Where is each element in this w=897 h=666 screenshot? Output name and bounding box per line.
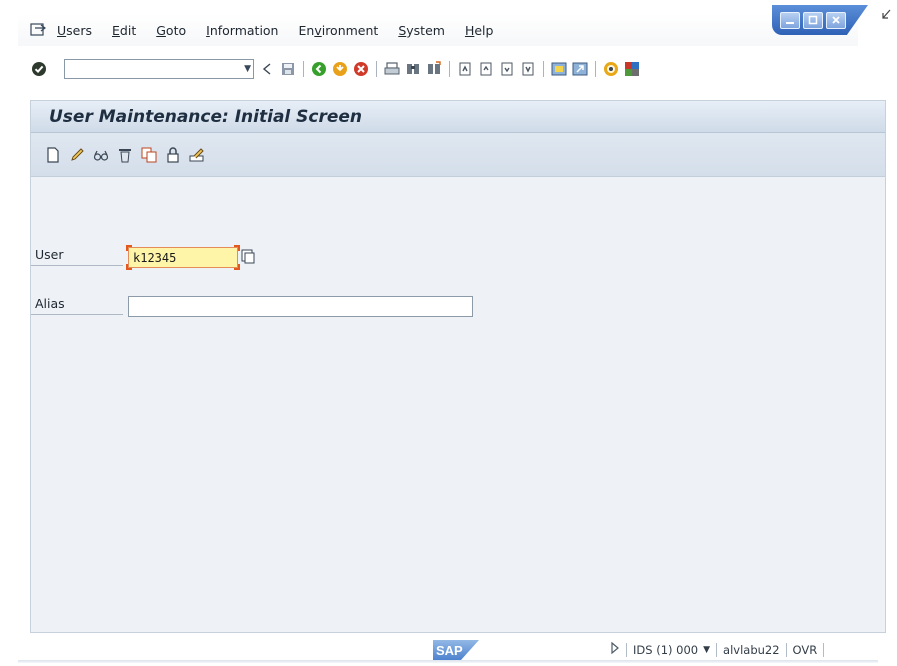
- shortcut-icon[interactable]: [572, 61, 588, 77]
- collapse-command-icon[interactable]: [259, 61, 275, 77]
- status-separator: [626, 642, 627, 657]
- menu-exit-icon[interactable]: [27, 21, 49, 39]
- menu-information[interactable]: Information: [206, 23, 278, 38]
- create-icon[interactable]: [45, 146, 61, 163]
- sap-logo: SAP: [433, 640, 479, 660]
- command-field[interactable]: ▼: [64, 59, 254, 79]
- status-separator: [785, 642, 787, 657]
- create-session-icon[interactable]: [551, 61, 567, 77]
- enter-check-icon[interactable]: [31, 61, 47, 77]
- value-help-icon[interactable]: [240, 249, 256, 265]
- toolbar-separator: [376, 61, 377, 77]
- toolbar-separator: [595, 61, 596, 77]
- maximize-button[interactable]: [803, 11, 823, 29]
- find-next-icon[interactable]: [426, 61, 442, 77]
- layout-menu-icon[interactable]: [624, 61, 640, 77]
- toolbar-separator: [303, 61, 304, 77]
- back-icon[interactable]: [311, 61, 327, 77]
- alias-input[interactable]: [128, 296, 473, 317]
- copy-icon[interactable]: [141, 147, 157, 163]
- status-bar: SAP IDS (1) 000 ▼ alvlabu22 OVR: [18, 638, 878, 662]
- standard-toolbar: ▼: [18, 52, 858, 86]
- print-icon[interactable]: [384, 61, 400, 77]
- status-info: IDS (1) 000 ▼ alvlabu22 OVR: [610, 641, 830, 657]
- menu-environment[interactable]: Environment: [298, 23, 378, 38]
- exit-icon[interactable]: [332, 61, 348, 77]
- menu-users[interactable]: Users: [57, 23, 92, 38]
- insert-mode[interactable]: OVR: [793, 643, 818, 657]
- toolbar-separator: [543, 61, 544, 77]
- lock-icon[interactable]: [165, 146, 181, 163]
- menu-system[interactable]: System: [398, 23, 445, 38]
- find-icon[interactable]: [405, 61, 421, 77]
- close-button[interactable]: [826, 11, 846, 29]
- cancel-icon[interactable]: [353, 61, 369, 77]
- resize-arrow-icon[interactable]: [880, 8, 892, 22]
- toolbar-separator: [449, 61, 450, 77]
- change-pencil-icon[interactable]: [69, 147, 85, 163]
- sap-logo-text: SAP: [436, 643, 463, 658]
- application-toolbar: [31, 133, 885, 177]
- last-page-icon[interactable]: [520, 61, 536, 77]
- command-dropdown-icon[interactable]: ▼: [244, 64, 251, 74]
- title-bar: User Maintenance: Initial Screen: [31, 101, 885, 133]
- user-input[interactable]: k12345: [128, 247, 238, 268]
- help-icon[interactable]: [603, 61, 619, 77]
- menu-help[interactable]: Help: [465, 23, 494, 38]
- main-panel: User Maintenance: Initial Screen User k1: [30, 100, 886, 633]
- menu-edit[interactable]: Edit: [112, 23, 136, 38]
- status-expand-icon[interactable]: [610, 641, 620, 657]
- save-icon[interactable]: [280, 61, 296, 77]
- system-info: IDS (1) 000: [633, 642, 699, 657]
- window-bottom-edge: [18, 660, 878, 663]
- page-title: User Maintenance: Initial Screen: [49, 106, 363, 127]
- display-glasses-icon[interactable]: [93, 147, 109, 163]
- minimize-button[interactable]: [780, 11, 800, 29]
- status-separator: [823, 642, 825, 657]
- first-page-icon[interactable]: [457, 61, 473, 77]
- status-separator: [716, 642, 718, 657]
- user-label: User: [31, 247, 123, 266]
- previous-page-icon[interactable]: [478, 61, 494, 77]
- alias-label: Alias: [31, 296, 123, 315]
- change-password-icon[interactable]: [189, 147, 205, 163]
- delete-trash-icon[interactable]: [117, 147, 133, 163]
- server-name: alvlabu22: [723, 642, 780, 657]
- menu-bar: Users Edit Goto Information Environment …: [18, 14, 858, 46]
- system-dropdown-icon[interactable]: ▼: [703, 645, 710, 655]
- next-page-icon[interactable]: [499, 61, 515, 77]
- menu-goto[interactable]: Goto: [156, 23, 186, 38]
